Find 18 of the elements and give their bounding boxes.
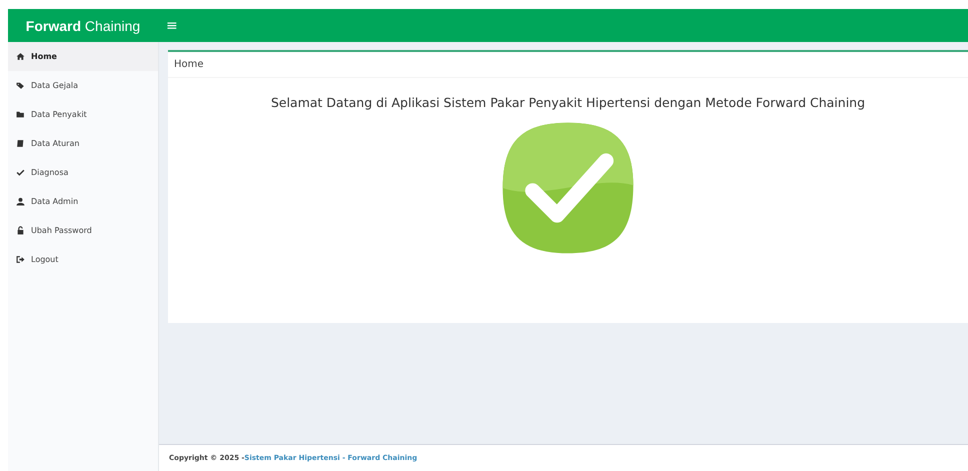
tag-icon [16, 81, 25, 90]
user-icon [16, 197, 25, 206]
sidebar-item[interactable]: Logout [8, 245, 158, 274]
check-icon [16, 168, 25, 177]
logout-icon [16, 255, 25, 264]
sidebar-item[interactable]: Data Penyakit [8, 100, 158, 129]
sidebar-item[interactable]: Ubah Password [8, 216, 158, 245]
card-title: Home [168, 52, 968, 78]
sidebar-item[interactable]: Diagnosa [8, 158, 158, 187]
welcome-text: Selamat Datang di Aplikasi Sistem Pakar Penyakit Hipertensi dengan Metode Forward Chaining [270, 95, 866, 110]
sidebar-item[interactable]: Home [8, 42, 158, 71]
lock-icon [16, 226, 25, 235]
check-icon [500, 120, 636, 256]
home-icon [16, 52, 25, 61]
folder-icon [16, 110, 25, 119]
sidebar-item[interactable]: Data Gejala [8, 71, 158, 100]
sidebar-item[interactable]: Data Aturan [8, 129, 158, 158]
sidebar-item[interactable]: Data Admin [8, 187, 158, 216]
